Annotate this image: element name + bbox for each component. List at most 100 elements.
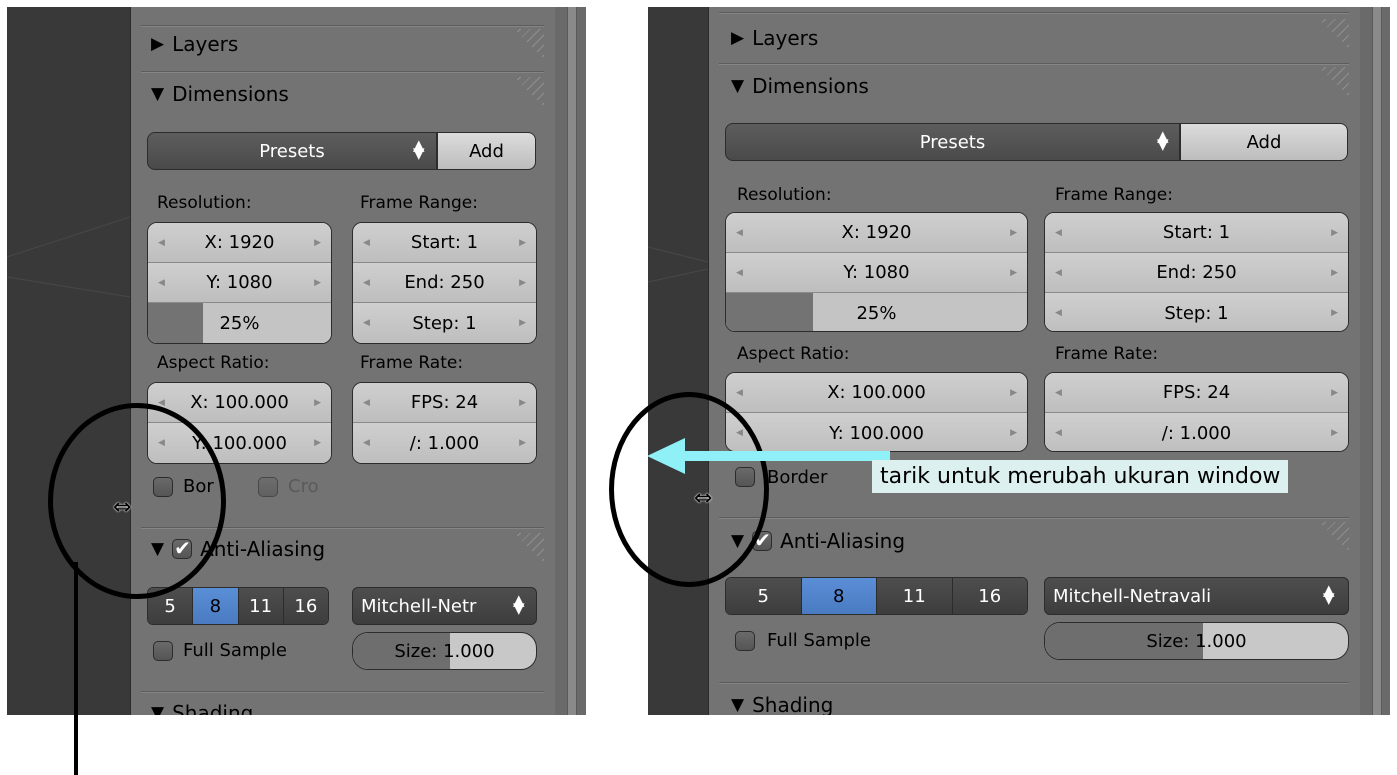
increment-arrow-icon[interactable]: ▶ [1010,428,1017,438]
aa-sample-8-button[interactable]: 8 [801,578,877,614]
drag-grip-icon[interactable] [514,533,544,563]
frame-end-field[interactable]: ◀ End: 250 ▶ [1045,253,1348,293]
panel-header-dimensions[interactable]: ▼ Dimensions [151,82,289,106]
properties-panel: ▶ Layers ▼ Dimensions Presets ▲ ▼ Add Res… [708,7,1361,715]
fps-base-field[interactable]: ◀/: 1.000 ▶ [353,423,536,463]
increment-arrow-icon[interactable]: ▶ [1010,228,1017,238]
presets-dropdown[interactable]: Presets [725,123,1180,161]
frame-step-field[interactable]: ◀ Step: 1 ▶ [353,303,536,343]
filter-dropdown[interactable]: Mitchell-Netr [352,587,537,625]
resolution-y-field[interactable]: ◀ Y: 1080 ▶ [148,263,331,303]
aa-sample-11-button[interactable]: 11 [238,588,284,624]
aspect-x-field[interactable]: ◀ X: 100.000 ▶ [726,373,1027,413]
drag-grip-icon[interactable] [1319,67,1349,97]
increment-arrow-icon[interactable]: ▶ [314,398,321,408]
scrollbar[interactable] [567,7,577,715]
full-sample-checkbox[interactable] [735,631,755,651]
decrement-arrow-icon[interactable]: ◀ [158,278,165,288]
frame-step-field[interactable]: ◀ Step: 1 ▶ [1045,293,1348,331]
aa-size-slider[interactable]: Size: 1.000 [1044,622,1349,660]
decrement-arrow-icon[interactable]: ◀ [1055,308,1062,318]
increment-arrow-icon[interactable]: ▶ [314,438,321,448]
increment-arrow-icon[interactable]: ▶ [519,278,526,288]
increment-arrow-icon[interactable]: ▶ [519,398,526,408]
increment-arrow-icon[interactable]: ▶ [519,438,526,448]
aa-sample-11-button[interactable]: 11 [877,578,953,614]
panel-header-dimensions[interactable]: ▼ Dimensions [731,74,869,98]
decrement-arrow-icon[interactable]: ◀ [1055,268,1062,278]
add-preset-button[interactable]: Add [437,132,536,170]
resolution-percentage-slider[interactable]: 25% [726,293,1027,331]
drag-grip-icon[interactable] [1319,522,1349,552]
collapse-triangle-icon: ▼ [151,703,165,715]
updown-arrows-icon: ▲ ▼ [413,136,425,162]
aa-samples-selector: 5 8 11 16 [725,577,1028,615]
3d-viewport[interactable] [7,7,130,715]
aa-sample-16-button[interactable]: 16 [283,588,328,624]
header-label: Anti-Aliasing [200,537,326,561]
decrement-arrow-icon[interactable]: ◀ [363,318,370,328]
frame-range-group: ◀ Start: 1 ▶ ◀ End: 250 ▶ ◀ Step: 1 ▶ [1044,212,1349,332]
header-divider [719,63,1349,65]
resolution-y-field[interactable]: ◀ Y: 1080 ▶ [726,253,1027,293]
increment-arrow-icon[interactable]: ▶ [1331,228,1338,238]
increment-arrow-icon[interactable]: ▶ [314,278,321,288]
aa-sample-16-button[interactable]: 16 [952,578,1027,614]
resolution-label: Resolution: [737,185,832,205]
decrement-arrow-icon[interactable]: ◀ [1055,228,1062,238]
decrement-arrow-icon[interactable]: ◀ [158,238,165,248]
header-divider [719,12,1349,14]
drag-grip-icon[interactable] [514,29,544,59]
aa-sample-8-button[interactable]: 8 [193,588,239,624]
increment-arrow-icon[interactable]: ▶ [1010,388,1017,398]
fps-field[interactable]: ◀ FPS: 24 ▶ [1045,373,1348,413]
decrement-arrow-icon[interactable]: ◀ [363,238,370,248]
panel-header-layers[interactable]: ▶ Layers [731,26,818,50]
add-preset-button[interactable]: Add [1180,123,1348,161]
resolution-x-field[interactable]: ◀ X: 1920 ▶ [726,213,1027,253]
crop-checkbox[interactable] [258,477,278,497]
percentage-fill [726,293,814,331]
increment-arrow-icon[interactable]: ▶ [1331,388,1338,398]
panel-header-shading[interactable]: ▼ Shading [731,693,833,715]
presets-dropdown[interactable]: Presets [147,132,437,170]
decrement-arrow-icon[interactable]: ◀ [363,438,370,448]
decrement-arrow-icon[interactable]: ◀ [1055,388,1062,398]
frame-start-field[interactable]: ◀ Start: 1 ▶ [353,223,536,263]
drag-grip-icon[interactable] [1319,19,1349,49]
increment-arrow-icon[interactable]: ▶ [519,238,526,248]
increment-arrow-icon[interactable]: ▶ [314,238,321,248]
decrement-arrow-icon[interactable]: ◀ [736,228,743,238]
increment-arrow-icon[interactable]: ▶ [519,318,526,328]
drag-grip-icon[interactable] [514,77,544,107]
decrement-arrow-icon[interactable]: ◀ [736,388,743,398]
frame-start-field[interactable]: ◀ Start: 1 ▶ [1045,213,1348,253]
increment-arrow-icon[interactable]: ▶ [1010,268,1017,278]
frame-end-field[interactable]: ◀ End: 250 ▶ [353,263,536,303]
resolution-percentage-slider[interactable]: 25% [148,303,331,343]
fps-field[interactable]: ◀ FPS: 24 ▶ [353,383,536,423]
header-divider [719,517,1349,519]
decrement-arrow-icon[interactable]: ◀ [363,398,370,408]
3d-viewport[interactable] [648,7,708,715]
collapse-triangle-icon: ▼ [151,84,165,104]
header-label: Layers [752,26,819,50]
aa-sample-5-button[interactable]: 5 [726,578,802,614]
increment-arrow-icon[interactable]: ▶ [1331,268,1338,278]
decrement-arrow-icon[interactable]: ◀ [1055,428,1062,438]
expand-triangle-icon: ▶ [731,28,745,48]
panel-header-layers[interactable]: ▶ Layers [151,32,238,56]
increment-arrow-icon[interactable]: ▶ [1331,308,1338,318]
scrollbar[interactable] [1372,7,1382,715]
fps-base-field[interactable]: ◀/: 1.000 ▶ [1045,413,1348,451]
decrement-arrow-icon[interactable]: ◀ [363,278,370,288]
full-sample-checkbox[interactable] [153,641,173,661]
expand-triangle-icon: ▶ [151,34,165,54]
annotation-tooltip: tarik untuk merubah ukuran window [872,460,1289,493]
decrement-arrow-icon[interactable]: ◀ [736,268,743,278]
resolution-x-field[interactable]: ◀ X: 1920 ▶ [148,223,331,263]
increment-arrow-icon[interactable]: ▶ [1331,428,1338,438]
filter-dropdown[interactable]: Mitchell-Netravali [1044,577,1349,615]
panel-header-shading[interactable]: ▼ Shading [151,701,253,715]
aa-size-slider[interactable]: Size: 1.000 [352,632,537,670]
